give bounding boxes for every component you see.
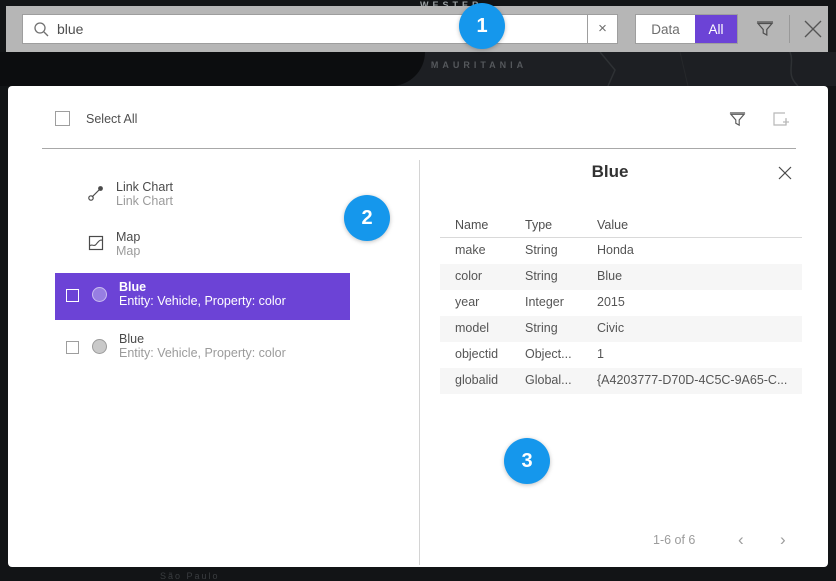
- search-icon: [33, 21, 50, 38]
- cell-name: globalid: [455, 373, 498, 387]
- chevron-left-icon[interactable]: ‹: [738, 530, 744, 550]
- list-item-title: Map: [116, 230, 140, 244]
- list-item-subtitle: Link Chart: [116, 194, 173, 208]
- col-header-value: Value: [597, 218, 628, 232]
- detail-close-icon[interactable]: [774, 162, 796, 184]
- table-row: globalid Global... {A4203777-D70D-4C5C-9…: [440, 368, 802, 394]
- map-icon: [87, 234, 105, 252]
- panel-vertical-divider: [419, 160, 420, 565]
- item-checkbox[interactable]: [66, 341, 79, 354]
- cell-name: make: [455, 243, 486, 257]
- clear-search-button[interactable]: ×: [587, 14, 618, 44]
- map-label-mauritania: MAURITANIA: [404, 60, 554, 70]
- cell-type: String: [525, 321, 558, 335]
- list-item-link-chart[interactable]: Link Chart Link Chart: [87, 180, 173, 208]
- callout-1: 1: [459, 3, 505, 49]
- col-header-type: Type: [525, 218, 552, 232]
- list-item-subtitle: Entity: Vehicle, Property: color: [119, 346, 286, 360]
- toggle-all-button[interactable]: All: [695, 15, 737, 43]
- entity-circle-icon: [92, 287, 107, 302]
- item-checkbox[interactable]: [66, 289, 79, 302]
- list-item-blue[interactable]: Blue Entity: Vehicle, Property: color: [55, 325, 350, 372]
- cell-value: 1: [597, 347, 604, 361]
- list-item-blue-selected[interactable]: Blue Entity: Vehicle, Property: color: [55, 273, 350, 320]
- cell-name: year: [455, 295, 479, 309]
- select-all-checkbox[interactable]: [55, 111, 70, 126]
- list-item-title: Link Chart: [116, 180, 173, 194]
- close-search-icon[interactable]: [797, 13, 829, 45]
- cell-type: String: [525, 269, 558, 283]
- data-all-toggle: Data All: [635, 14, 738, 44]
- cell-value: {A4203777-D70D-4C5C-9A65-C...: [597, 373, 787, 387]
- cell-value: Blue: [597, 269, 622, 283]
- list-item-map[interactable]: Map Map: [87, 230, 140, 258]
- table-row: color String Blue: [440, 264, 802, 290]
- cell-name: model: [455, 321, 489, 335]
- search-results-panel: Select All Link Chart Link Chart Map Map…: [8, 86, 828, 567]
- cell-type: Integer: [525, 295, 564, 309]
- link-chart-icon: [87, 184, 105, 202]
- pagination: 1-6 of 6 ‹ ›: [420, 530, 800, 550]
- header-divider: [42, 148, 796, 149]
- map-label-bottom: São Paulo: [160, 571, 320, 581]
- toggle-data-button[interactable]: Data: [636, 15, 695, 43]
- cell-name: color: [455, 269, 482, 283]
- detail-title: Blue: [420, 162, 800, 182]
- cell-type: Global...: [525, 373, 572, 387]
- col-header-name: Name: [455, 218, 488, 232]
- search-toolbar: × Data All: [6, 6, 828, 52]
- cell-value: 2015: [597, 295, 625, 309]
- table-header-row: Name Type Value: [440, 214, 802, 238]
- cell-type: String: [525, 243, 558, 257]
- callout-3: 3: [504, 438, 550, 484]
- cell-type: Object...: [525, 347, 572, 361]
- table-row: make String Honda: [440, 238, 802, 264]
- toolbar-divider: [789, 15, 790, 43]
- list-item-title: Blue: [119, 280, 286, 294]
- table-row: year Integer 2015: [440, 290, 802, 316]
- list-item-subtitle: Entity: Vehicle, Property: color: [119, 294, 286, 308]
- cell-value: Civic: [597, 321, 624, 335]
- map-dark-landmass: [0, 52, 425, 86]
- map-boundary-lines: [560, 52, 836, 86]
- cell-name: objectid: [455, 347, 498, 361]
- list-item-subtitle: Map: [116, 244, 140, 258]
- cell-value: Honda: [597, 243, 634, 257]
- table-row: model String Civic: [440, 316, 802, 342]
- panel-filter-icon[interactable]: [724, 106, 750, 132]
- entity-circle-icon: [92, 339, 107, 354]
- properties-table: Name Type Value make String Honda color …: [440, 214, 802, 394]
- select-all-label: Select All: [86, 112, 137, 126]
- table-row: objectid Object... 1: [440, 342, 802, 368]
- pagination-label: 1-6 of 6: [653, 533, 695, 547]
- filter-icon[interactable]: [750, 14, 780, 44]
- list-item-title: Blue: [119, 332, 286, 346]
- callout-2: 2: [344, 195, 390, 241]
- chevron-right-icon[interactable]: ›: [780, 530, 786, 550]
- add-to-selection-icon[interactable]: [768, 106, 794, 132]
